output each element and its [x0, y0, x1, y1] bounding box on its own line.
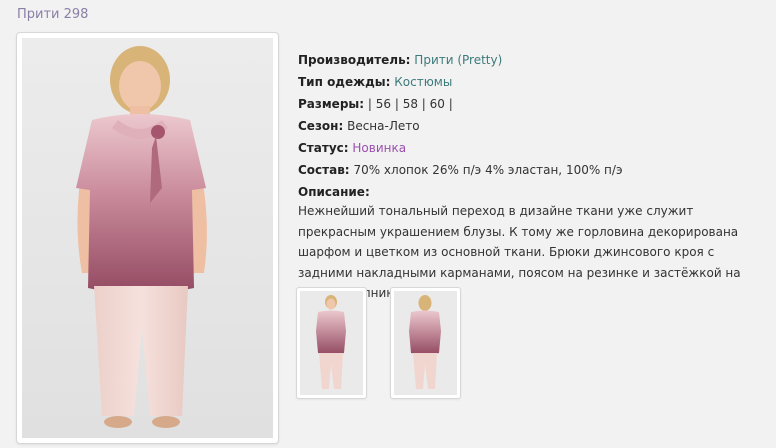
season-label: Сезон: [298, 119, 344, 133]
composition-value: 70% хлопок 26% п/э 4% эластан, 100% п/э [353, 163, 623, 177]
manufacturer-link[interactable]: Прити (Pretty) [414, 53, 502, 67]
description-row: Описание: [298, 181, 770, 203]
season-row: Сезон: Весна-Лето [298, 115, 770, 137]
thumbnail-back[interactable] [390, 287, 461, 399]
status-row: Статус: Новинка [298, 137, 770, 159]
clothing-type-link[interactable]: Костюмы [394, 75, 452, 89]
sizes-row: Размеры: | 56 | 58 | 60 | [298, 93, 770, 115]
status-link[interactable]: Новинка [352, 141, 406, 155]
product-details: Производитель: Прити (Pretty) Тип одежды… [298, 49, 770, 304]
sizes-value: | 56 | 58 | 60 | [367, 97, 453, 111]
thumbnail-back-image [394, 291, 457, 395]
manufacturer-row: Производитель: Прити (Pretty) [298, 49, 770, 71]
model-figure [22, 38, 273, 438]
sizes-label: Размеры: [298, 97, 365, 111]
main-product-photo[interactable] [16, 32, 279, 444]
manufacturer-label: Производитель: [298, 53, 411, 67]
thumbnail-front-image [300, 291, 363, 395]
composition-label: Состав: [298, 163, 350, 177]
status-label: Статус: [298, 141, 349, 155]
clothing-type-row: Тип одежды: Костюмы [298, 71, 770, 93]
clothing-type-label: Тип одежды: [298, 75, 391, 89]
season-value: Весна-Лето [347, 119, 420, 133]
page-title: Прити 298 [17, 7, 89, 22]
composition-row: Состав: 70% хлопок 26% п/э 4% эластан, 1… [298, 159, 770, 181]
description-text: Нежнейший тональный переход в дизайне тк… [298, 204, 741, 300]
thumbnail-front[interactable] [296, 287, 367, 399]
description-label: Описание: [298, 185, 370, 199]
model-photo [22, 38, 273, 438]
